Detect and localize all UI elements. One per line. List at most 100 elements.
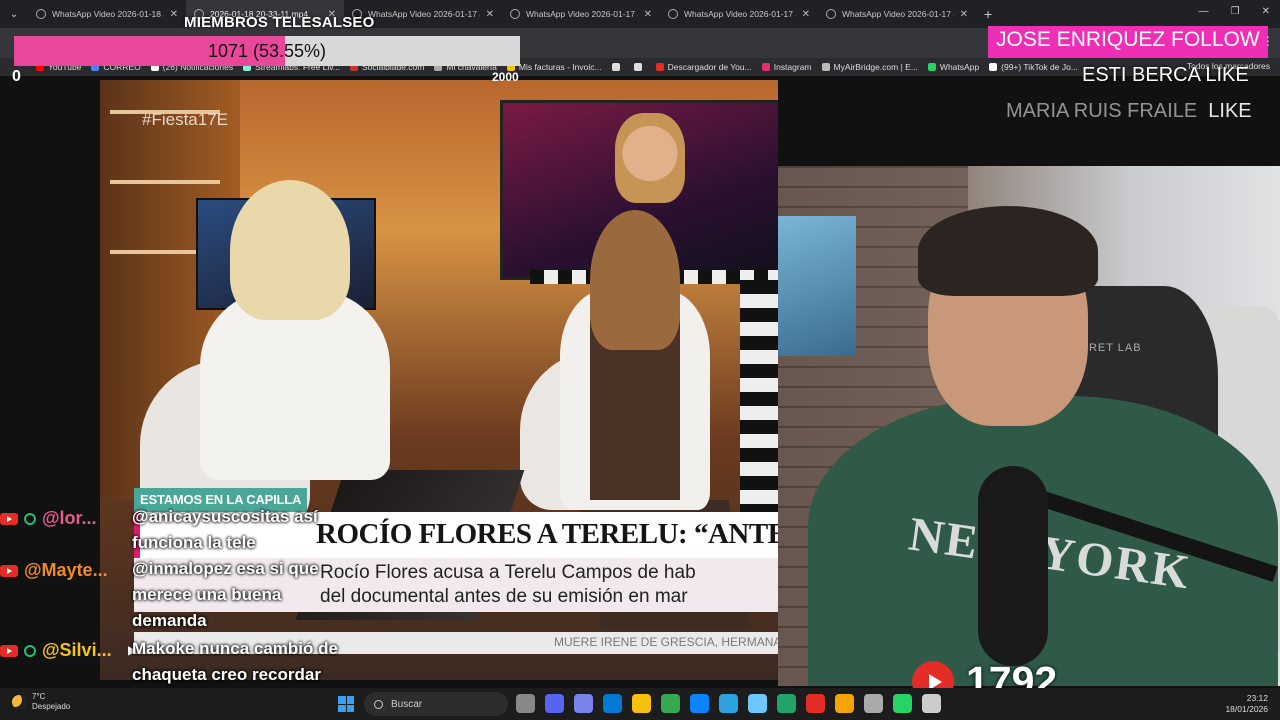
microphone [978, 466, 1048, 666]
minimize-icon[interactable]: — [1199, 6, 1209, 17]
show-hashtag: #Fiesta17E [142, 110, 228, 129]
bookmark-label: Mis facturas - Invoic... [518, 62, 602, 72]
browser-tab[interactable]: WhatsApp Video 2026-01-17 a ✕ [818, 0, 976, 28]
headline-text: ROCÍO FLORES A TERELU: “ANTES DE LA EMIS… [316, 518, 778, 550]
like-alert: ESTI BERCA LIKE [1082, 64, 1249, 86]
globe-icon [668, 9, 678, 19]
chat-message: @anicaysuscositas así funciona la tele [132, 507, 318, 552]
chat-entry: @Mayte... [0, 560, 108, 581]
windows-start-icon[interactable] [338, 696, 354, 712]
taskbar-app-icon[interactable] [574, 694, 593, 713]
chat-username: @Silvi... [42, 640, 112, 660]
taskbar-app-icon[interactable] [719, 694, 738, 713]
close-icon[interactable]: ✕ [960, 9, 968, 20]
bookmark-item[interactable]: Mis facturas - Invoic... [506, 62, 602, 72]
bookmark-item[interactable]: WhatsApp [927, 62, 980, 72]
tab-label: WhatsApp Video 2026-01-18 a [52, 9, 164, 19]
close-icon[interactable]: ✕ [170, 9, 178, 20]
bookmark-item[interactable]: MyAirBridge.com | E... [821, 62, 918, 72]
chat-entry: @Silvi... [0, 640, 112, 661]
youtube-icon [0, 564, 18, 577]
search-icon [374, 699, 383, 709]
webcam-feed: CRET LAB NEW YORK [778, 166, 1280, 686]
more-options-icon[interactable]: ⋮ [1262, 34, 1274, 48]
weather-text: 7°C Despejado [32, 692, 70, 712]
chat-username: @lor... [42, 508, 97, 528]
bookmark-item[interactable]: (99+) TikTok de Jo... [989, 62, 1078, 72]
taskbar-app-icon[interactable] [690, 694, 709, 713]
taskbar-app-icon[interactable] [893, 694, 912, 713]
tab-label: WhatsApp Video 2026-01-17 a [368, 9, 480, 19]
browser-tab[interactable]: WhatsApp Video 2026-01-17 a ✕ [660, 0, 818, 28]
taskbar-app-icon[interactable] [661, 694, 680, 713]
taskbar-app-icon[interactable] [603, 694, 622, 713]
tab-label: WhatsApp Video 2026-01-17 a [842, 9, 954, 19]
taskbar-apps [516, 694, 941, 713]
close-icon[interactable]: ✕ [486, 9, 494, 20]
bookmark-item[interactable]: Descargador de You... [655, 62, 752, 72]
globe-icon [510, 9, 520, 19]
guest-hair [230, 180, 350, 320]
streamer-hair [918, 206, 1098, 296]
member-badge-icon [24, 644, 36, 657]
new-tab-button[interactable]: + [976, 6, 1000, 22]
taskbar-app-icon[interactable] [545, 694, 564, 713]
close-icon[interactable]: ✕ [644, 9, 652, 20]
bookmark-label: WhatsApp [939, 62, 980, 72]
bookmark-favicon-icon [927, 63, 936, 71]
maximize-icon[interactable]: ❐ [1231, 6, 1240, 17]
globe-icon [826, 9, 836, 19]
subtitle-line: Rocío Flores acusa a Terelu Campos de ha… [320, 562, 696, 583]
youtube-icon [0, 512, 18, 525]
bookmark-item[interactable] [633, 63, 646, 71]
clock-date: 18/01/2026 [1225, 704, 1268, 714]
subtitle-line: del documental antes de su emisión en ma… [320, 586, 688, 607]
taskbar-app-icon[interactable] [777, 694, 796, 713]
close-icon[interactable]: ✕ [802, 9, 810, 20]
taskbar-clock[interactable]: 23:12 18/01/2026 [1225, 693, 1268, 715]
bookmark-favicon-icon [989, 63, 998, 71]
close-window-icon[interactable]: ✕ [1262, 6, 1270, 17]
bookmark-favicon-icon [821, 63, 830, 71]
moon-icon [12, 695, 26, 709]
bookmark-label: Descargador de You... [667, 62, 752, 72]
chair-brand: CRET LAB [1080, 342, 1142, 354]
temperature: 7°C [32, 692, 46, 701]
tab-search-icon[interactable]: ⌄ [0, 0, 28, 28]
browser-tab[interactable]: WhatsApp Video 2026-01-18 a ✕ [28, 0, 186, 28]
bookmark-item[interactable] [611, 63, 624, 71]
follow-alert: JOSE ENRIQUEZ FOLLOW [988, 26, 1268, 58]
weather-condition: Despejado [32, 702, 71, 711]
background-monitor [778, 216, 856, 356]
taskbar-app-icon[interactable] [864, 694, 883, 713]
bookmark-favicon-icon [611, 63, 620, 71]
taskbar-app-icon[interactable] [922, 694, 941, 713]
taskbar-app-icon[interactable] [632, 694, 651, 713]
members-goal-title: MIEMBROS TELESALSEO [184, 14, 375, 31]
globe-icon [36, 9, 46, 19]
taskbar-app-icon[interactable] [806, 694, 825, 713]
weather-widget[interactable]: 7°C Despejado [12, 692, 70, 712]
bookmark-favicon-icon [761, 63, 770, 71]
chat-message: Makoke nunca cambió de chaqueta creo rec… [132, 639, 338, 684]
screen: ⌄ WhatsApp Video 2026-01-18 a ✕ 2026-01-… [0, 0, 1280, 720]
ticker-text: MUERE IRENE DE GRESCIA, HERMANA D [554, 635, 778, 649]
screen-person [615, 113, 685, 203]
taskbar-app-icon[interactable] [516, 694, 535, 713]
search-placeholder: Buscar [391, 698, 423, 710]
taskbar-search[interactable]: Buscar [364, 692, 508, 716]
members-goal-text: 1071 (53.55%) [207, 40, 327, 61]
members-goal-bar: 1071 (53.55%) [14, 36, 520, 66]
bookmark-item[interactable]: Instagram [761, 62, 812, 72]
taskbar-app-icon[interactable] [748, 694, 767, 713]
clock-time: 23:12 [1246, 693, 1268, 703]
bookmark-favicon-icon [633, 63, 642, 71]
bookmark-favicon-icon [655, 63, 664, 71]
browser-tab[interactable]: WhatsApp Video 2026-01-17 a ✕ [502, 0, 660, 28]
like-alert-name: MARIA RUIS FRAILE [1006, 100, 1198, 122]
like-alert-action: LIKE [1208, 100, 1252, 122]
tab-label: WhatsApp Video 2026-01-17 a [526, 9, 638, 19]
goal-max-label: 2000 [492, 70, 519, 84]
bookmark-label: Instagram [773, 62, 812, 72]
taskbar-app-icon[interactable] [835, 694, 854, 713]
